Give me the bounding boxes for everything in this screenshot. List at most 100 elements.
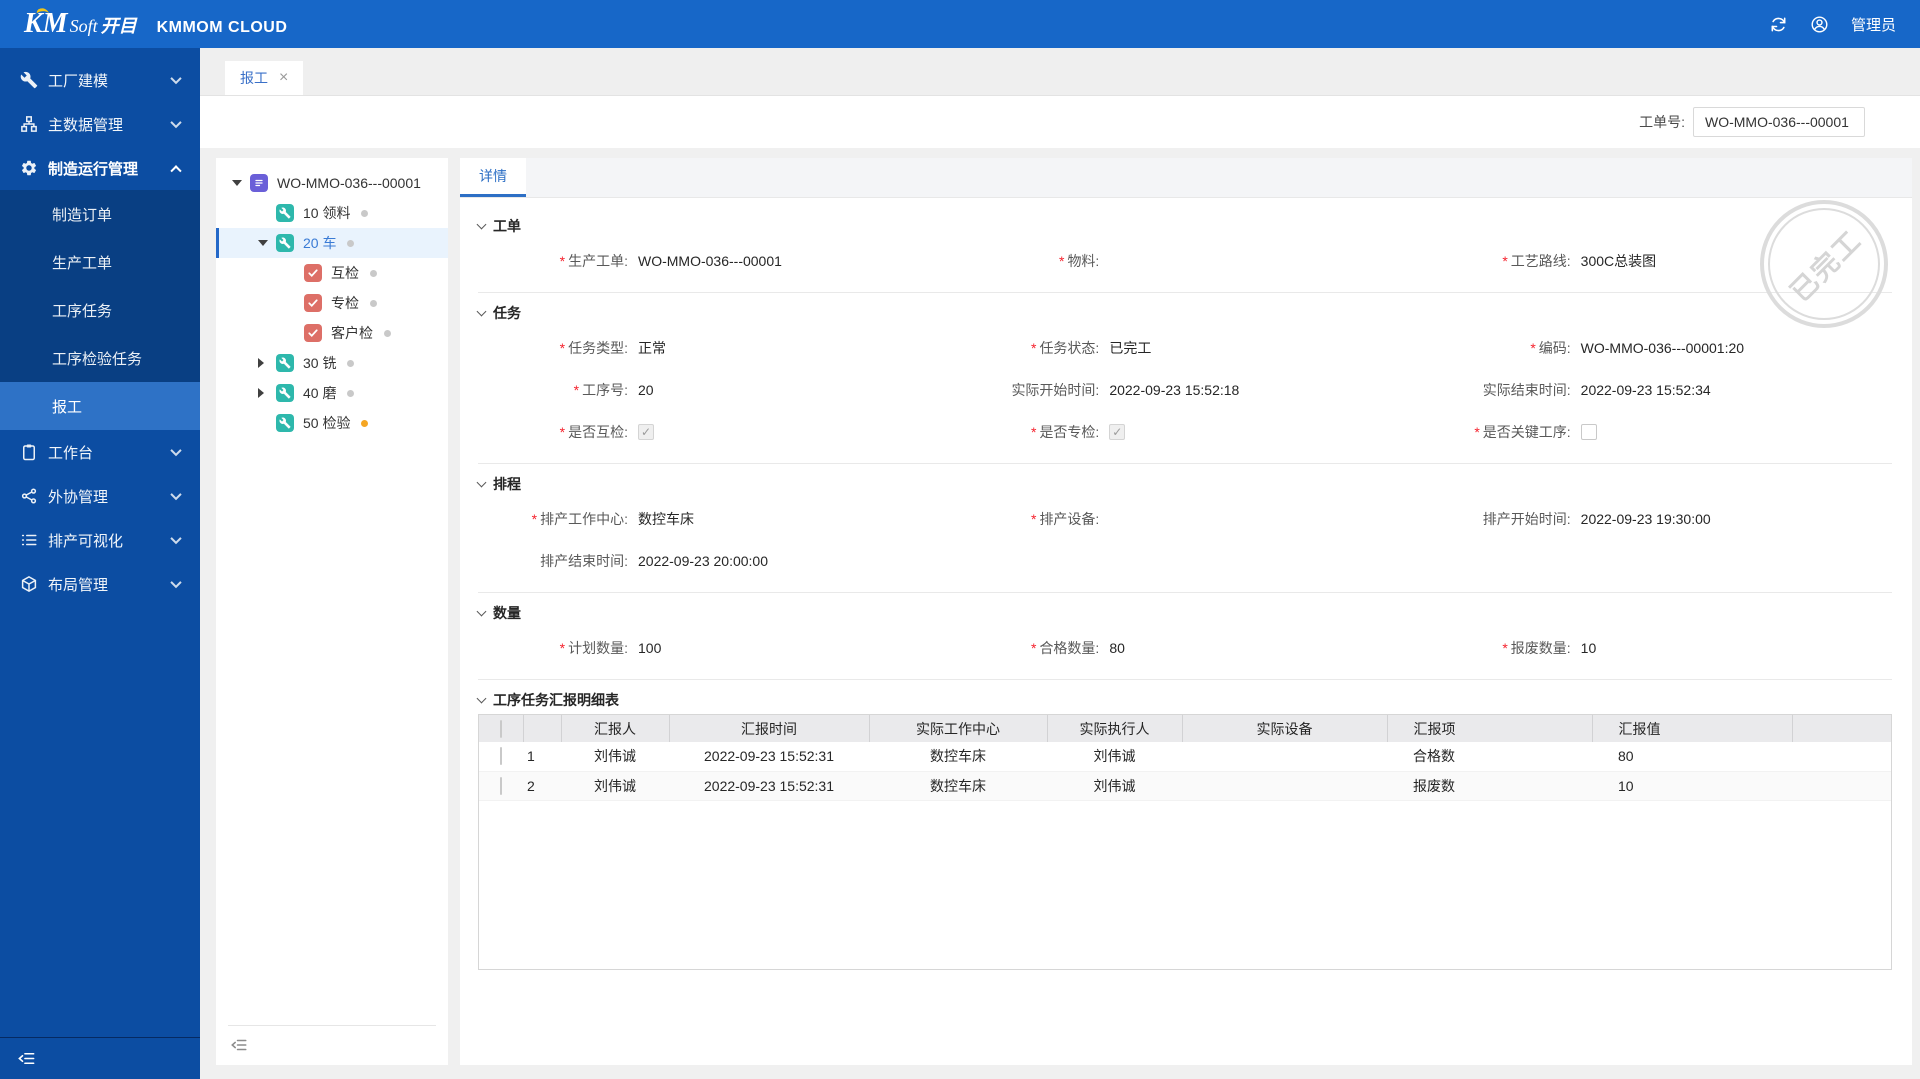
section-schedule[interactable]: 排程 bbox=[476, 474, 1892, 494]
field-scrap-quantity: * 报废数量: 10 bbox=[1502, 640, 1597, 656]
field-scheduled-workcenter: * 排产工作中心: 数控车床 bbox=[531, 511, 694, 527]
status-dot-active bbox=[361, 419, 369, 427]
col-report-value: 汇报值 bbox=[1592, 715, 1793, 742]
refresh-icon[interactable] bbox=[1769, 15, 1788, 34]
tree-node-label: 50 检验 bbox=[303, 415, 351, 431]
tree-collapse-icon[interactable] bbox=[258, 358, 264, 368]
sidebar-item-master-data[interactable]: 主数据管理 bbox=[0, 102, 200, 146]
tree-collapse-icon[interactable] bbox=[258, 388, 264, 398]
sidebar-item-factory-modeling[interactable]: 工厂建模 bbox=[0, 58, 200, 102]
tree-node-40-grinding[interactable]: 40 磨 bbox=[216, 378, 448, 408]
collapse-tree-icon[interactable] bbox=[230, 1036, 248, 1054]
gear-icon bbox=[21, 160, 37, 176]
tab-work-report[interactable]: 报工 × bbox=[225, 61, 304, 95]
list-icon bbox=[21, 534, 37, 546]
sidebar-item-manufacturing-operations[interactable]: 制造运行管理 bbox=[0, 146, 200, 190]
col-actual-workcenter: 实际工作中心 bbox=[869, 715, 1048, 742]
tab-details[interactable]: 详情 bbox=[460, 158, 526, 197]
sidebar-item-label: 主数据管理 bbox=[48, 116, 124, 134]
tree-node-special-inspection[interactable]: 专检 bbox=[216, 288, 448, 318]
sidebar-item-operation-tasks[interactable]: 工序任务 bbox=[0, 286, 200, 334]
operation-wrench-icon bbox=[276, 204, 294, 222]
sidebar-item-label: 布局管理 bbox=[48, 576, 109, 594]
report-table: 汇报人 汇报时间 实际工作中心 实际执行人 实际设备 汇报项 汇报值 1 刘伟诚… bbox=[478, 714, 1892, 970]
tree-expand-icon[interactable] bbox=[258, 240, 268, 246]
tree-node-customer-inspection[interactable]: 客户检 bbox=[216, 318, 448, 348]
sidebar-item-inspection-tasks[interactable]: 工序检验任务 bbox=[0, 334, 200, 382]
sidebar-item-layout-management[interactable]: 布局管理 bbox=[0, 562, 200, 606]
logo-kaimu: 开目 bbox=[100, 16, 137, 36]
special-inspection-checkbox[interactable] bbox=[1109, 424, 1126, 440]
col-actual-executor: 实际执行人 bbox=[1047, 715, 1183, 742]
logo-soft: Soft bbox=[69, 16, 98, 36]
status-dot bbox=[370, 299, 377, 307]
chevron-up-icon bbox=[170, 165, 182, 177]
col-report-item: 汇报项 bbox=[1387, 715, 1593, 742]
tree-node-mutual-inspection[interactable]: 互检 bbox=[216, 258, 448, 288]
field-task-status: * 任务状态: 已完工 bbox=[1030, 340, 1152, 356]
chevron-down-icon bbox=[170, 444, 182, 457]
row-checkbox[interactable] bbox=[500, 776, 502, 795]
row-checkbox[interactable] bbox=[500, 747, 502, 766]
workorder-number-input[interactable] bbox=[1693, 107, 1865, 137]
tree-node-30-milling[interactable]: 30 铣 bbox=[216, 348, 448, 378]
app-logo: KM Soft 开目 KMMOM CLOUD bbox=[24, 10, 287, 38]
field-task-code: * 编码: WO-MMO-036---00001:20 bbox=[1530, 340, 1745, 356]
product-name: KMMOM CLOUD bbox=[156, 19, 288, 36]
field-special-inspection-flag: * 是否专检: bbox=[949, 411, 1420, 453]
status-dot bbox=[347, 359, 355, 367]
tree-node-10-picking[interactable]: 10 领料 bbox=[216, 198, 448, 228]
tree-node-label: 30 铣 bbox=[303, 355, 337, 371]
sidebar-item-label: 工厂建模 bbox=[48, 72, 109, 90]
chevron-down-icon bbox=[170, 532, 182, 545]
sidebar-item-manufacturing-orders[interactable]: 制造订单 bbox=[0, 190, 200, 238]
section-workorder[interactable]: 工单 bbox=[476, 216, 1892, 236]
operation-wrench-icon bbox=[276, 414, 294, 432]
key-operation-checkbox[interactable] bbox=[1580, 424, 1597, 440]
sidebar-item-outsourcing[interactable]: 外协管理 bbox=[0, 474, 200, 518]
status-dot bbox=[361, 209, 369, 217]
sidebar-nav: 工厂建模 主数据管理 制造运行管理 制造订单 生产工单 工序任务 工序检验任务 … bbox=[0, 48, 200, 1079]
field-qualified-quantity: * 合格数量: 80 bbox=[1030, 640, 1125, 656]
field-mutual-inspection-flag: * 是否互检: bbox=[478, 411, 949, 453]
tree-node-label: 10 领料 bbox=[303, 205, 351, 221]
select-all-cell bbox=[479, 715, 524, 742]
tree-node-label: 专检 bbox=[331, 295, 359, 311]
chevron-down-icon bbox=[476, 306, 487, 316]
status-dot bbox=[347, 239, 355, 247]
col-reporter: 汇报人 bbox=[561, 715, 670, 742]
current-user[interactable]: 管理员 bbox=[1851, 14, 1896, 35]
chevron-down-icon bbox=[170, 488, 182, 501]
chevron-down-icon bbox=[170, 72, 182, 85]
section-task[interactable]: 任务 bbox=[476, 303, 1892, 323]
mutual-inspection-checkbox[interactable] bbox=[638, 424, 654, 440]
section-quantity[interactable]: 数量 bbox=[476, 603, 1892, 623]
status-dot bbox=[384, 329, 391, 337]
close-tab-icon[interactable]: × bbox=[279, 70, 288, 86]
clipboard-icon bbox=[23, 444, 35, 461]
section-report-detail-table[interactable]: 工序任务汇报明细表 bbox=[476, 690, 1892, 710]
sidebar-item-workbench[interactable]: 工作台 bbox=[0, 430, 200, 474]
select-all-checkbox[interactable] bbox=[499, 719, 502, 738]
user-avatar-icon[interactable] bbox=[1810, 15, 1829, 34]
chevron-down-icon bbox=[476, 606, 487, 616]
sidebar-item-label: 工作台 bbox=[48, 444, 94, 462]
filter-toolbar: 工单号: bbox=[200, 96, 1920, 148]
table-row[interactable]: 1 刘伟诚 2022-09-23 15:52:31 数控车床 刘伟诚 合格数 8… bbox=[479, 742, 1891, 771]
tree-node-20-lathe[interactable]: 20 车 bbox=[216, 228, 448, 258]
tree-node-root[interactable]: WO-MMO-036---00001 bbox=[216, 168, 448, 198]
cube-icon bbox=[21, 576, 37, 592]
sidebar-item-work-report[interactable]: 报工 bbox=[0, 382, 200, 430]
table-row[interactable]: 2 刘伟诚 2022-09-23 15:52:31 数控车床 刘伟诚 报废数 1… bbox=[479, 771, 1891, 800]
org-boxes-icon bbox=[21, 116, 37, 132]
sidebar-item-scheduling-visualization[interactable]: 排产可视化 bbox=[0, 518, 200, 562]
top-header: KM Soft 开目 KMMOM CLOUD 管理员 bbox=[0, 0, 1920, 48]
collapse-sidebar-icon[interactable] bbox=[17, 1049, 36, 1068]
sidebar-item-label: 排产可视化 bbox=[48, 532, 124, 550]
field-material: * 物料: bbox=[1058, 253, 1100, 269]
detail-tab-strip: 详情 bbox=[460, 158, 1912, 198]
sidebar-item-production-workorders[interactable]: 生产工单 bbox=[0, 238, 200, 286]
tree-node-50-inspection[interactable]: 50 检验 bbox=[216, 408, 448, 438]
table-header-row: 汇报人 汇报时间 实际工作中心 实际执行人 实际设备 汇报项 汇报值 bbox=[479, 715, 1891, 742]
tree-expand-icon[interactable] bbox=[232, 180, 242, 186]
